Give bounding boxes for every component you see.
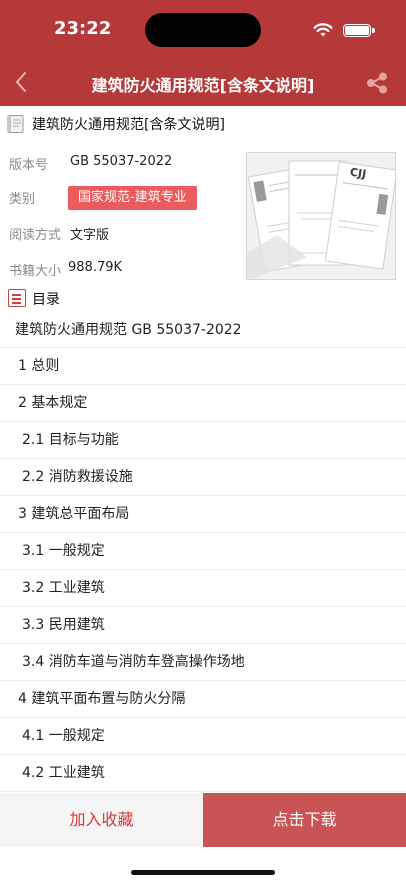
toc-item[interactable]: 建筑防火通用规范 GB 55037-2022 — [0, 312, 406, 348]
toc-item[interactable]: 3 建筑总平面布局 — [0, 496, 406, 533]
toc-item[interactable]: 4.2 工业建筑 — [0, 755, 406, 792]
info-version-row: 版本号 GB 55037-2022 — [9, 152, 239, 176]
status-bar: 23:22 — [0, 0, 406, 58]
book-icon — [7, 115, 24, 133]
version-value: GB 55037-2022 — [70, 154, 173, 169]
category-label: 类别 — [9, 192, 36, 207]
toc-item[interactable]: 4.1 一般规定 — [0, 718, 406, 755]
dynamic-island — [145, 13, 261, 47]
add-favorite-button[interactable]: 加入收藏 — [0, 793, 203, 847]
size-value: 988.79K — [68, 260, 123, 275]
category-tag: 国家规范-建筑专业 — [68, 186, 197, 210]
version-label: 版本号 — [9, 158, 49, 173]
book-title: 建筑防火通用规范[含条文说明] — [32, 117, 225, 133]
share-icon[interactable] — [364, 70, 390, 96]
toc-item[interactable]: 2.2 消防救援设施 — [0, 459, 406, 496]
toc-item[interactable]: 1 总则 — [0, 348, 406, 385]
read-mode-label: 阅读方式 — [9, 228, 62, 243]
nav-title: 建筑防火通用规范[含条文说明] — [91, 76, 315, 95]
toc-item[interactable]: 3.4 消防车道与消防车登高操作场地 — [0, 644, 406, 681]
info-category-row: 类别 — [9, 186, 69, 210]
status-time: 23:22 — [54, 18, 112, 39]
bottom-action-bar: 加入收藏 点击下载 — [0, 793, 406, 847]
toc-item[interactable]: 3.3 民用建筑 — [0, 607, 406, 644]
read-mode-value: 文字版 — [70, 228, 110, 243]
toc-list: 建筑防火通用规范 GB 55037-2022 1 总则 2 基本规定 2.1 目… — [0, 312, 406, 792]
info-size-row: 书籍大小 988.79K — [9, 258, 239, 282]
list-icon — [8, 289, 26, 307]
nav-bar: 建筑防火通用规范[含条文说明] — [0, 58, 406, 106]
toc-item[interactable]: 3.1 一般规定 — [0, 533, 406, 570]
home-indicator — [131, 870, 275, 875]
toc-item[interactable]: 2 基本规定 — [0, 385, 406, 422]
toc-item[interactable]: 4 建筑平面布置与防火分隔 — [0, 681, 406, 718]
book-header: 建筑防火通用规范[含条文说明] — [6, 112, 396, 136]
battery-icon — [343, 24, 375, 37]
toc-item[interactable]: 2.1 目标与功能 — [0, 422, 406, 459]
cover-brand-text: CJJ — [349, 166, 367, 181]
toc-item[interactable]: 3.2 工业建筑 — [0, 570, 406, 607]
wifi-icon — [313, 23, 333, 37]
back-icon[interactable] — [10, 68, 34, 96]
download-button[interactable]: 点击下载 — [203, 793, 406, 847]
info-read-row: 阅读方式 文字版 — [9, 222, 239, 246]
cover-illustration: CJJ — [247, 153, 395, 279]
toc-header: 目录 — [8, 288, 128, 310]
app-header: 23:22 建筑防火通用规范[含条文说明] — [0, 0, 406, 106]
toc-title: 目录 — [32, 292, 60, 308]
book-cover-image: CJJ — [246, 152, 396, 280]
size-label: 书籍大小 — [9, 264, 62, 279]
